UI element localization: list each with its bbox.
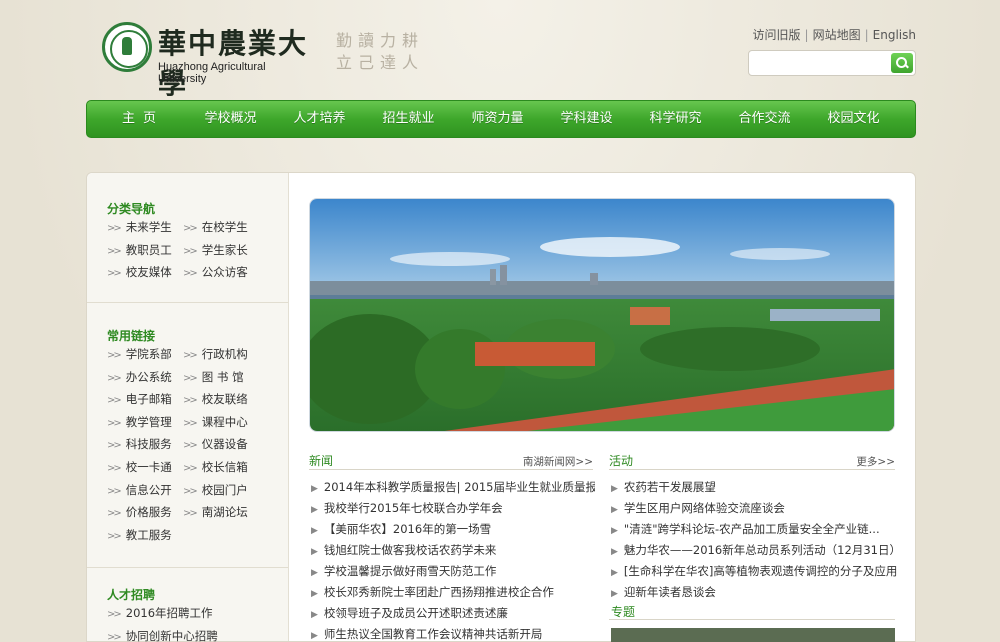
nav-research[interactable]: 科学研究 xyxy=(631,101,720,137)
news-item[interactable]: ▶ 校长邓秀新院士率团赴广西扬翔推进校企合作 xyxy=(311,582,595,603)
nav-home[interactable]: 主页 xyxy=(100,101,186,137)
recruitment-links: >> 2016年招聘工作 >> 协同创新中心招聘 xyxy=(107,602,277,642)
news-title: 新闻 xyxy=(309,454,334,468)
sidebar-link[interactable]: >> 学生家长 xyxy=(183,239,259,262)
news-item[interactable]: ▶ 学校温馨提示做好雨雪天防范工作 xyxy=(311,561,595,582)
sidebar: 分类导航 >> 未来学生 >> 在校学生 >> 教职员工 >> 学生家长 >> 校友媒体 … xyxy=(87,173,289,642)
content-panel: 分类导航 >> 未来学生 >> 在校学生 >> 教职员工 >> 学生家长 >> 校友媒体 … xyxy=(86,172,916,642)
sidebar-link[interactable]: >> 行政机构 xyxy=(183,343,259,366)
activity-item[interactable]: ▶ [生命科学在华农]高等植物表观遗传调控的分子及应用 xyxy=(611,561,897,582)
top-links: 访问旧版 | 网站地图 | English xyxy=(752,28,916,42)
nav-education[interactable]: 人才培养 xyxy=(275,101,364,137)
sidebar-link[interactable]: >> 教职员工 xyxy=(107,239,183,262)
sidebar-link[interactable]: >> 校园门户 xyxy=(183,479,259,502)
activities-header: 活动 更多>> xyxy=(609,452,895,470)
nav-faculty[interactable]: 师资力量 xyxy=(453,101,542,137)
activities-title: 活动 xyxy=(609,454,634,468)
sidebar-link[interactable]: >> 校一卡通 xyxy=(107,456,183,479)
sidebar-link[interactable]: >> 教学管理 xyxy=(107,411,183,434)
english-link[interactable]: English xyxy=(873,28,916,42)
sidebar-link[interactable]: >> 课程中心 xyxy=(183,411,259,434)
nav-about[interactable]: 学校概况 xyxy=(186,101,275,137)
nav-cooperation[interactable]: 合作交流 xyxy=(720,101,809,137)
recruitment-title: 人才招聘 xyxy=(107,588,156,602)
sidebar-link[interactable]: >> 公众访客 xyxy=(183,261,259,284)
sidebar-link[interactable]: >> 学院系部 xyxy=(107,343,183,366)
sidebar-link[interactable]: >> 图 书 馆 xyxy=(183,366,259,389)
sidebar-link[interactable]: >> 价格服务 xyxy=(107,501,183,524)
search-box xyxy=(748,50,916,76)
news-item[interactable]: ▶ 2014年本科教学质量报告| 2015届毕业生就业质量报告 xyxy=(311,477,595,498)
motto-line-1: 勤讀力耕 xyxy=(336,31,425,50)
news-item[interactable]: ▶ 【美丽华农】2016年的第一场雪 xyxy=(311,519,595,540)
logo-english-name: Huazhong Agricultural University xyxy=(158,61,266,85)
news-more-link[interactable]: 南湖新闻网>> xyxy=(523,454,593,469)
sidebar-link[interactable]: >> 办公系统 xyxy=(107,366,183,389)
category-nav-links: >> 未来学生 >> 在校学生 >> 教职员工 >> 学生家长 >> 校友媒体 >> 公众访… xyxy=(107,216,277,284)
activities-more-link[interactable]: 更多>> xyxy=(856,454,895,469)
activity-item[interactable]: ▶ 魅力华农——2016新年总动员系列活动（12月31日） xyxy=(611,540,897,561)
sidebar-link[interactable]: >> 信息公开 xyxy=(107,479,183,502)
activity-item[interactable]: ▶ "清涟"跨学科论坛-农产品加工质量安全全产业链... xyxy=(611,519,897,540)
category-nav-section: 分类导航 >> 未来学生 >> 在校学生 >> 教职员工 >> 学生家长 >> 校友媒体 … xyxy=(87,173,288,303)
activity-item[interactable]: ▶ 迎新年读者恳谈会 xyxy=(611,582,897,603)
news-item[interactable]: ▶ 钱旭红院士做客我校话农药学未来 xyxy=(311,540,595,561)
campus-banner-image[interactable] xyxy=(309,198,895,432)
sidebar-link[interactable]: >> 校长信箱 xyxy=(183,456,259,479)
sidebar-link[interactable]: >> 在校学生 xyxy=(183,216,259,239)
motto-line-2: 立己達人 xyxy=(336,53,425,72)
sidebar-link[interactable]: >> 校友媒体 xyxy=(107,261,183,284)
category-nav-title: 分类导航 xyxy=(107,202,156,216)
old-version-link[interactable]: 访问旧版 xyxy=(753,28,801,42)
sidebar-link[interactable]: >> 电子邮箱 xyxy=(107,388,183,411)
sidebar-link[interactable]: >> 校友联络 xyxy=(183,388,259,411)
university-motto: 勤讀力耕 立己達人 xyxy=(336,30,436,74)
activities-list: ▶ 农药若干发展展望 ▶ 学生区用户网络体验交流座谈会 ▶ "清涟"跨学科论坛-农产品… xyxy=(611,477,897,603)
main-nav: 主页 学校概况 人才培养 招生就业 师资力量 学科建设 科学研究 合作交流 校园… xyxy=(86,100,916,138)
news-header: 新闻 南湖新闻网>> xyxy=(309,452,593,470)
search-input[interactable] xyxy=(753,54,883,72)
special-topics-title: 专题 xyxy=(611,605,636,619)
sidebar-link[interactable]: >> 教工服务 xyxy=(107,524,183,547)
sidebar-link[interactable]: >> 南湖论坛 xyxy=(183,501,259,524)
news-item[interactable]: ▶ 师生热议全国教育工作会议精神共话新开局 xyxy=(311,624,595,642)
sidebar-link[interactable]: >> 2016年招聘工作 xyxy=(107,602,267,625)
recruitment-section: 人才招聘 >> 2016年招聘工作 >> 协同创新中心招聘 xyxy=(87,568,288,642)
special-topics-divider xyxy=(609,619,895,620)
university-seal-icon xyxy=(102,22,152,72)
search-button[interactable] xyxy=(891,53,913,73)
university-logo[interactable]: 華中農業大學 Huazhong Agricultural University xyxy=(102,22,312,100)
news-list: ▶ 2014年本科教学质量报告| 2015届毕业生就业质量报告 ▶ 我校举行2015… xyxy=(311,477,595,642)
sidebar-link[interactable]: >> 未来学生 xyxy=(107,216,183,239)
common-links: >> 学院系部 >> 行政机构 >> 办公系统 >> 图 书 馆 >> 电子邮箱 >> 校友… xyxy=(107,343,277,546)
news-item[interactable]: ▶ 校领导班子及成员公开述职述责述廉 xyxy=(311,603,595,624)
news-item[interactable]: ▶ 我校举行2015年七校联合办学年会 xyxy=(311,498,595,519)
special-topics-banner[interactable] xyxy=(611,628,895,642)
sidebar-link[interactable]: >> 仪器设备 xyxy=(183,433,259,456)
activity-item[interactable]: ▶ 学生区用户网络体验交流座谈会 xyxy=(611,498,897,519)
nav-disciplines[interactable]: 学科建设 xyxy=(542,101,631,137)
nav-campus-culture[interactable]: 校园文化 xyxy=(809,101,898,137)
common-links-title: 常用链接 xyxy=(107,329,156,343)
sidebar-link[interactable]: >> 科技服务 xyxy=(107,433,183,456)
sitemap-link[interactable]: 网站地图 xyxy=(813,28,861,42)
activity-item[interactable]: ▶ 农药若干发展展望 xyxy=(611,477,897,498)
nav-admissions[interactable]: 招生就业 xyxy=(364,101,453,137)
sidebar-link[interactable]: >> 协同创新中心招聘 xyxy=(107,625,267,642)
common-links-section: 常用链接 >> 学院系部 >> 行政机构 >> 办公系统 >> 图 书 馆 >> 电子邮箱… xyxy=(87,303,288,568)
